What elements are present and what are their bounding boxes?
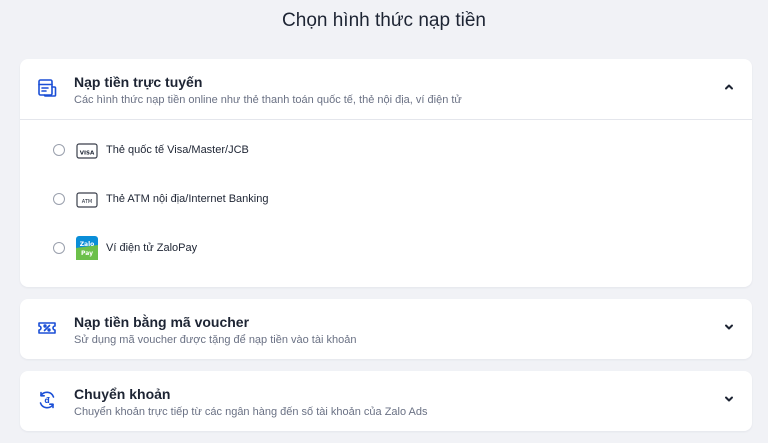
chevron-up-icon[interactable] <box>722 80 736 94</box>
option-atm-label: Thẻ ATM nội địa/Internet Banking <box>106 193 269 205</box>
online-payment-card: Nạp tiền trực tuyến Các hình thức nạp ti… <box>20 59 752 287</box>
voucher-card: Nạp tiền bằng mã voucher Sử dụng mã vouc… <box>20 299 752 359</box>
voucher-header[interactable]: Nạp tiền bằng mã voucher Sử dụng mã vouc… <box>20 299 752 359</box>
online-payment-icon <box>36 77 58 99</box>
divider <box>20 119 752 120</box>
svg-text:ATM: ATM <box>82 199 92 205</box>
option-visa[interactable]: VISA Thẻ quốc tế Visa/Master/JCB <box>20 133 752 169</box>
svg-text:Pay: Pay <box>81 250 93 257</box>
option-atm[interactable]: ATM Thẻ ATM nội địa/Internet Banking <box>20 182 752 218</box>
page-title: Chọn hình thức nạp tiền <box>282 10 486 31</box>
voucher-icon <box>36 317 58 339</box>
online-payment-title: Nạp tiền trực tuyến <box>74 74 203 90</box>
option-zalopay-label: Ví điện tử ZaloPay <box>106 242 198 254</box>
svg-text:Zalo: Zalo <box>80 241 95 248</box>
svg-text:VISA: VISA <box>80 151 95 157</box>
visa-radio[interactable] <box>53 144 65 156</box>
transfer-card: đ Chuyển khoản Chuyển khoản trực tiếp từ… <box>20 371 752 431</box>
transfer-header[interactable]: đ Chuyển khoản Chuyển khoản trực tiếp từ… <box>20 371 752 431</box>
bank-transfer-icon: đ <box>36 389 58 411</box>
chevron-down-icon[interactable] <box>722 320 736 334</box>
zalopay-radio[interactable] <box>53 242 65 254</box>
page: Chọn hình thức nạp tiền Nạp tiền trực tu… <box>0 0 768 443</box>
chevron-down-icon[interactable] <box>722 392 736 406</box>
atm-card-icon: ATM <box>76 190 98 210</box>
transfer-subtitle: Chuyển khoản trực tiếp từ các ngân hàng … <box>74 406 428 418</box>
online-payment-header[interactable]: Nạp tiền trực tuyến Các hình thức nạp ti… <box>20 59 752 119</box>
transfer-title: Chuyển khoản <box>74 386 171 402</box>
visa-card-icon: VISA <box>76 141 98 161</box>
zalopay-icon: Zalo Pay <box>76 236 98 260</box>
voucher-title: Nạp tiền bằng mã voucher <box>74 314 250 330</box>
option-zalopay[interactable]: Zalo Pay Ví điện tử ZaloPay <box>20 231 752 267</box>
svg-text:đ: đ <box>44 396 50 405</box>
option-visa-label: Thẻ quốc tế Visa/Master/JCB <box>106 144 249 156</box>
voucher-subtitle: Sử dụng mã voucher được tặng để nạp tiền… <box>74 334 357 346</box>
online-payment-subtitle: Các hình thức nạp tiền online như thẻ th… <box>74 94 462 106</box>
atm-radio[interactable] <box>53 193 65 205</box>
